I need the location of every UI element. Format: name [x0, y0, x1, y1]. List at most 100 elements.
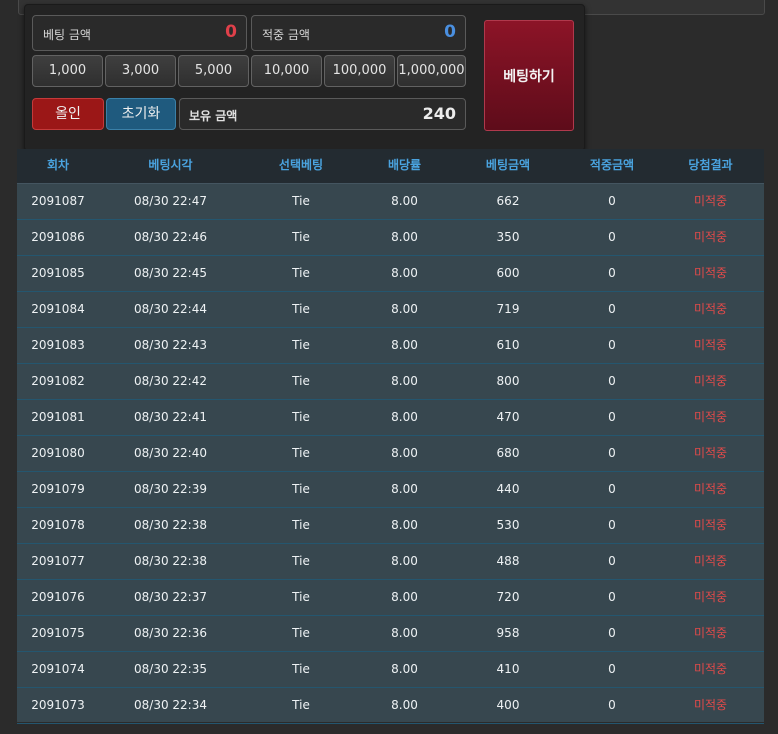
cell-win-amount: 0	[608, 302, 616, 316]
cell-bet-amount: 800	[496, 374, 520, 388]
cell-selection: Tie	[292, 338, 310, 352]
table-header: 회차 베팅시각 선택베팅 배당률 베팅금액 적중금액 당첨결과	[17, 149, 764, 184]
cell-bet-time: 08/30 22:41	[134, 410, 207, 424]
cell-result: 미적중	[693, 230, 728, 244]
cell-bet-time: 08/30 22:46	[134, 230, 207, 244]
cell-round: 2091077	[31, 554, 85, 568]
cell-selection: Tie	[292, 590, 310, 604]
cell-selection: Tie	[292, 230, 310, 244]
cell-win-amount: 0	[608, 230, 616, 244]
cell-win-amount: 0	[608, 662, 616, 676]
cell-win-amount: 0	[608, 590, 616, 604]
header-bet-time: 베팅시각	[148, 158, 193, 172]
cell-result: 미적중	[693, 446, 728, 460]
cell-odds: 8.00	[391, 338, 418, 352]
chip-3000-button[interactable]: 3,000	[105, 55, 176, 87]
cell-bet-amount: 350	[496, 230, 520, 244]
cell-round: 2091084	[31, 302, 85, 316]
chip-10000-button[interactable]: 10,000	[251, 55, 322, 87]
cell-bet-amount: 958	[496, 626, 520, 640]
cell-odds: 8.00	[391, 194, 418, 208]
cell-round: 2091075	[31, 626, 85, 640]
cell-bet-time: 08/30 22:35	[134, 662, 207, 676]
cell-bet-amount: 440	[496, 482, 520, 496]
cell-selection: Tie	[292, 266, 310, 280]
table-row: 2091078 08/30 22:38 Tie 8.00 530 0 미적중	[17, 508, 764, 544]
cell-win-amount: 0	[608, 338, 616, 352]
chip-100000-button[interactable]: 100,000	[324, 55, 395, 87]
cell-round: 2091080	[31, 446, 85, 460]
reset-button[interactable]: 초기화	[106, 98, 176, 130]
cell-selection: Tie	[292, 518, 310, 532]
cell-round: 2091079	[31, 482, 85, 496]
cell-bet-amount: 719	[496, 302, 520, 316]
cell-bet-time: 08/30 22:47	[134, 194, 207, 208]
cell-selection: Tie	[292, 302, 310, 316]
holding-amount-value: 240	[422, 104, 456, 123]
win-amount-value: 0	[444, 22, 456, 42]
header-result: 당첨결과	[688, 158, 733, 172]
cell-win-amount: 0	[608, 554, 616, 568]
all-in-button[interactable]: 올인	[32, 98, 104, 130]
cell-bet-amount: 488	[496, 554, 520, 568]
chip-1000-button[interactable]: 1,000	[32, 55, 103, 87]
cell-odds: 8.00	[391, 626, 418, 640]
cell-win-amount: 0	[608, 266, 616, 280]
cell-round: 2091078	[31, 518, 85, 532]
cell-bet-amount: 600	[496, 266, 520, 280]
cell-bet-time: 08/30 22:42	[134, 374, 207, 388]
cell-odds: 8.00	[391, 698, 418, 712]
cell-bet-time: 08/30 22:34	[134, 698, 207, 712]
cell-win-amount: 0	[608, 698, 616, 712]
cell-bet-time: 08/30 22:39	[134, 482, 207, 496]
table-row: 2091081 08/30 22:41 Tie 8.00 470 0 미적중	[17, 400, 764, 436]
cell-round: 2091083	[31, 338, 85, 352]
table-row: 2091085 08/30 22:45 Tie 8.00 600 0 미적중	[17, 256, 764, 292]
header-bet-amount: 베팅금액	[485, 158, 531, 172]
cell-round: 2091082	[31, 374, 85, 388]
cell-result: 미적중	[693, 302, 728, 316]
cell-win-amount: 0	[608, 482, 616, 496]
bet-amount-value: 0	[225, 22, 237, 42]
holding-amount-label: 보유 금액	[189, 109, 238, 123]
cell-selection: Tie	[292, 374, 310, 388]
cell-win-amount: 0	[608, 194, 616, 208]
cell-odds: 8.00	[391, 230, 418, 244]
cell-bet-time: 08/30 22:36	[134, 626, 207, 640]
cell-win-amount: 0	[608, 626, 616, 640]
header-selection: 선택베팅	[278, 158, 324, 172]
win-amount-field: 적중 금액 0	[251, 15, 466, 51]
holding-amount-field: 보유 금액 240	[179, 98, 466, 130]
cell-result: 미적중	[693, 410, 728, 424]
bet-amount-label: 베팅 금액	[43, 28, 91, 42]
cell-selection: Tie	[292, 698, 310, 712]
cell-win-amount: 0	[608, 518, 616, 532]
cell-round: 2091073	[31, 698, 85, 712]
table-row: 2091080 08/30 22:40 Tie 8.00 680 0 미적중	[17, 436, 764, 472]
cell-odds: 8.00	[391, 302, 418, 316]
cell-win-amount: 0	[608, 410, 616, 424]
bet-history-table: 회차 베팅시각 선택베팅 배당률 베팅금액 적중금액 당첨결과 2091087 0…	[17, 149, 764, 724]
cell-round: 2091086	[31, 230, 85, 244]
cell-bet-time: 08/30 22:37	[134, 590, 207, 604]
place-bet-button[interactable]: 베팅하기	[484, 20, 574, 131]
cell-selection: Tie	[292, 554, 310, 568]
table-row: 2091083 08/30 22:43 Tie 8.00 610 0 미적중	[17, 328, 764, 364]
cell-selection: Tie	[292, 446, 310, 460]
table-row: 2091086 08/30 22:46 Tie 8.00 350 0 미적중	[17, 220, 764, 256]
cell-bet-time: 08/30 22:38	[134, 518, 207, 532]
cell-bet-amount: 400	[496, 698, 520, 712]
cell-result: 미적중	[693, 194, 728, 208]
chip-5000-button[interactable]: 5,000	[178, 55, 249, 87]
header-odds: 배당률	[387, 158, 422, 172]
cell-win-amount: 0	[608, 374, 616, 388]
cell-odds: 8.00	[391, 518, 418, 532]
chip-1000000-button[interactable]: 1,000,000	[397, 55, 466, 87]
cell-odds: 8.00	[391, 410, 418, 424]
cell-bet-time: 08/30 22:44	[134, 302, 207, 316]
cell-bet-amount: 470	[496, 410, 520, 424]
bet-amount-field: 베팅 금액 0	[32, 15, 247, 51]
table-row: 2091082 08/30 22:42 Tie 8.00 800 0 미적중	[17, 364, 764, 400]
cell-round: 2091085	[31, 266, 85, 280]
cell-odds: 8.00	[391, 554, 418, 568]
